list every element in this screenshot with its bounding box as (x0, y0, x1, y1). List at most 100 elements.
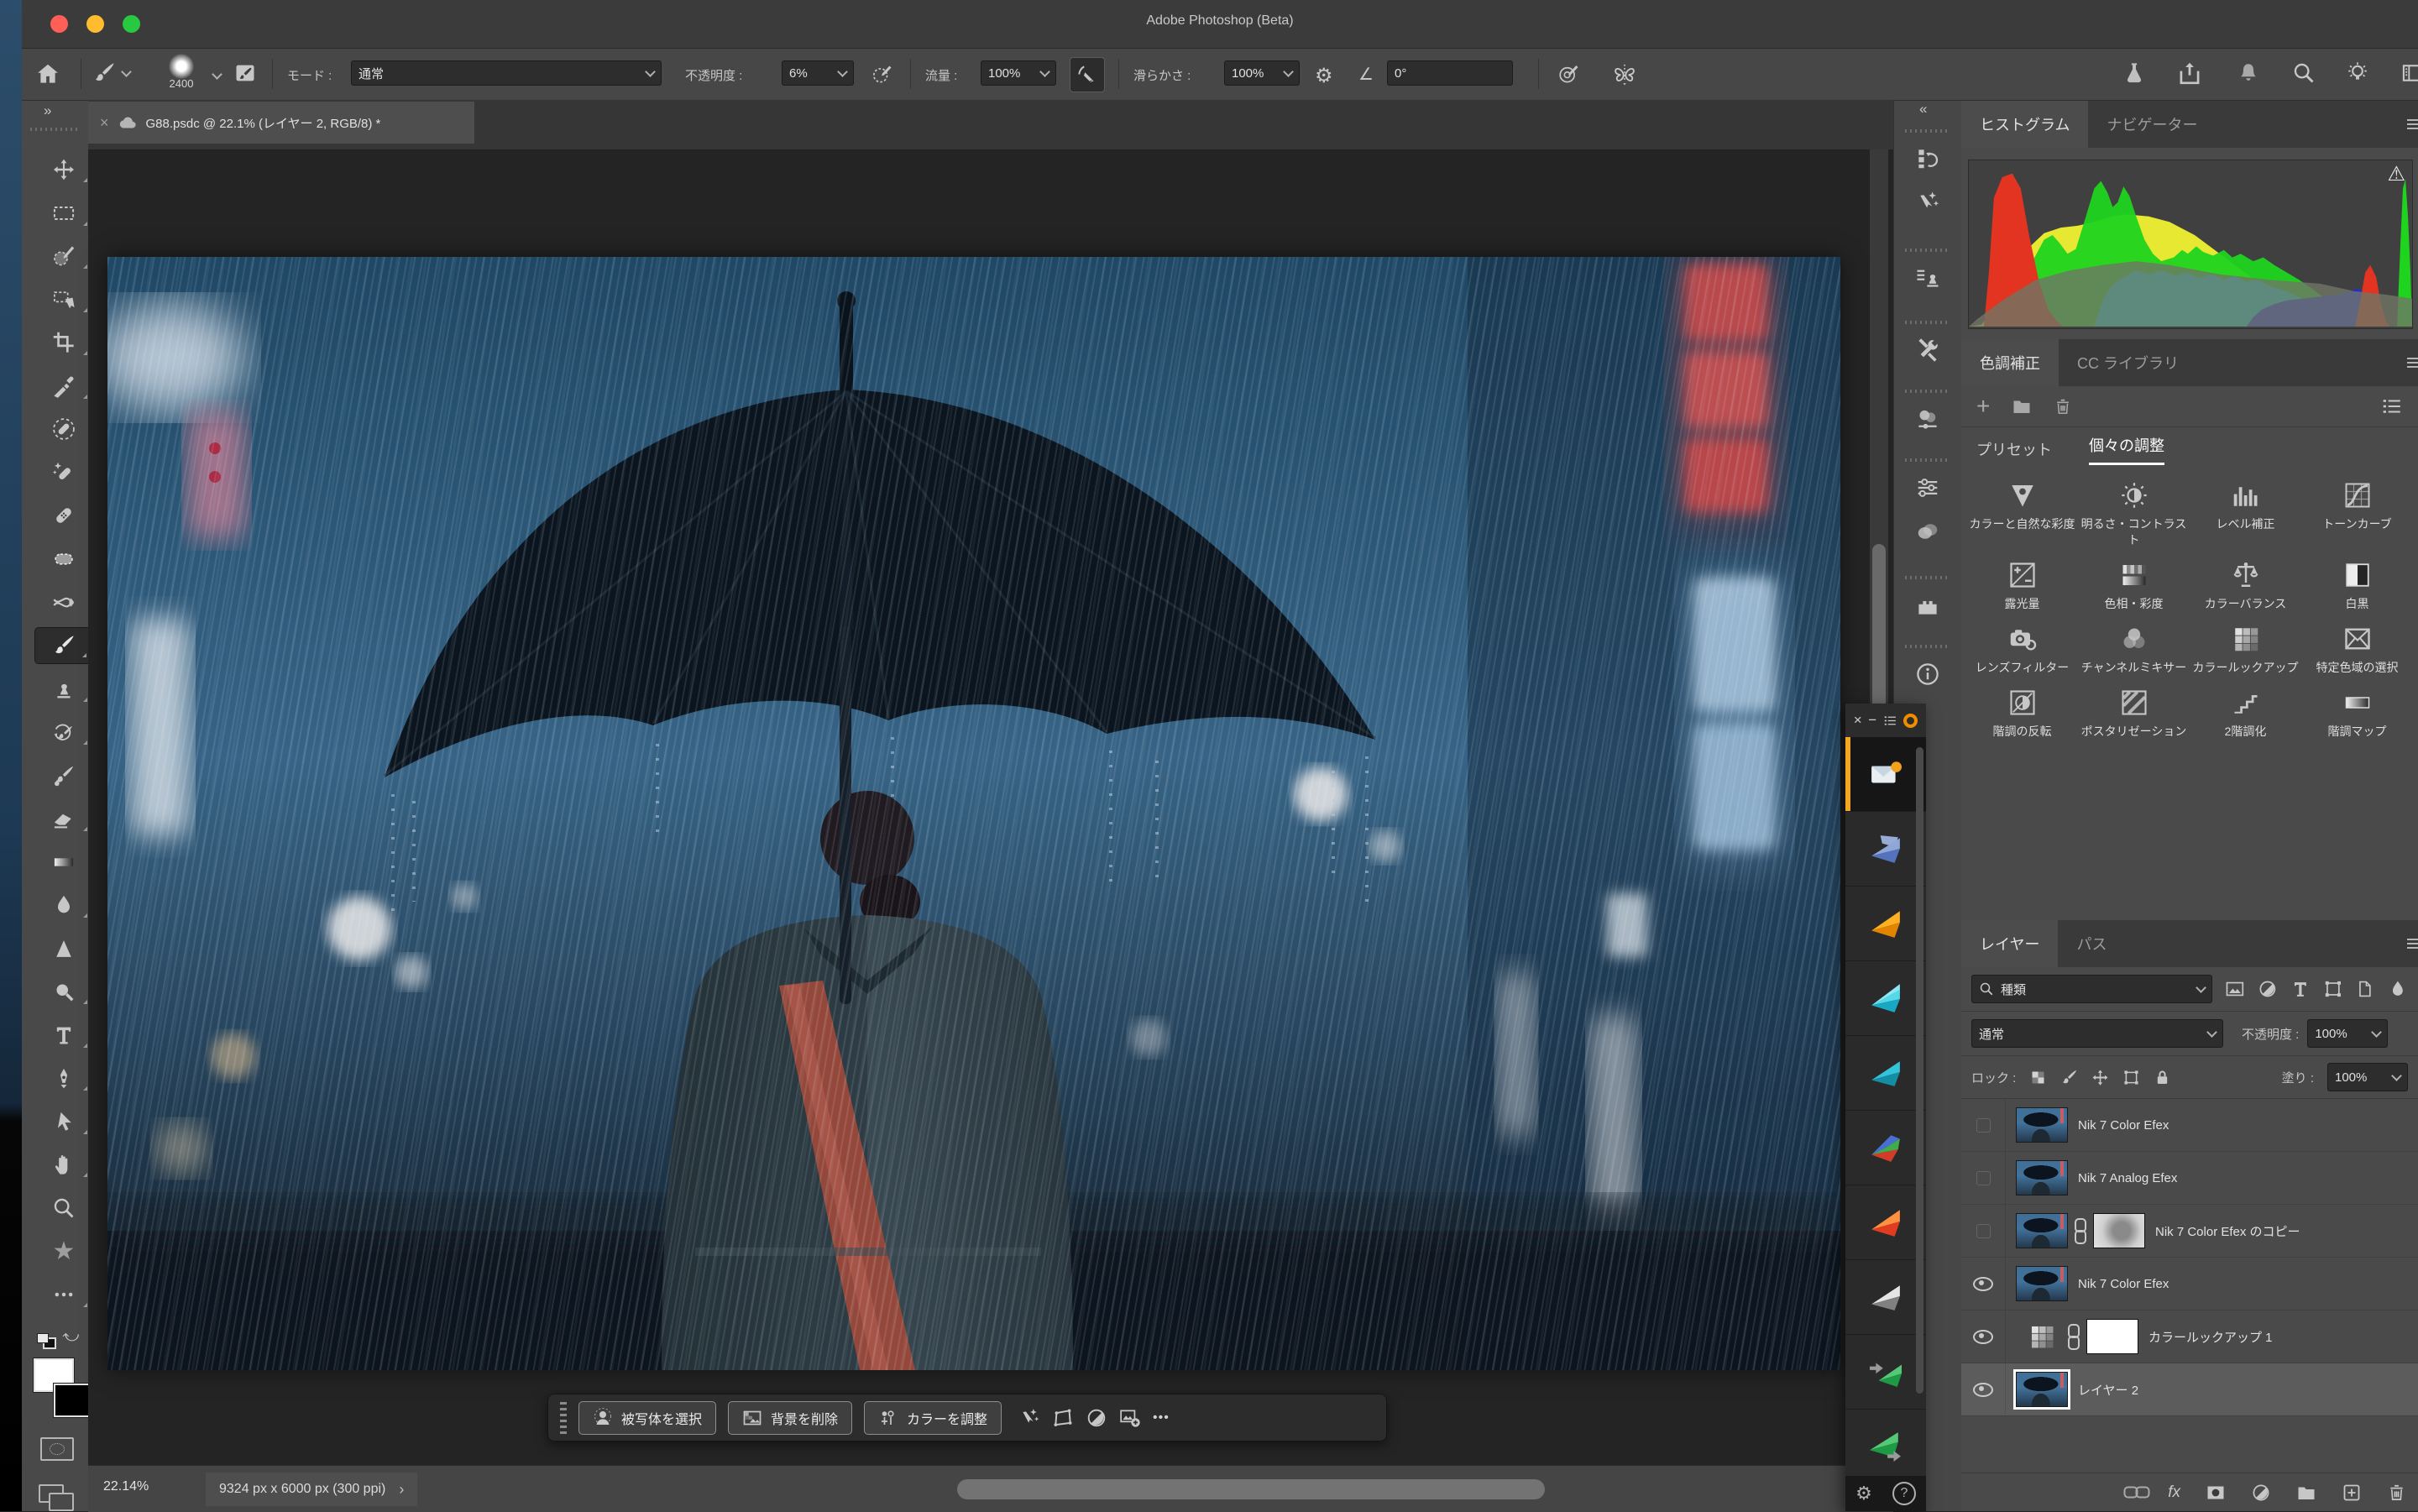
tab-paths[interactable]: パス (2058, 920, 2125, 967)
filter-artboard-icon[interactable] (2388, 979, 2408, 999)
layer-thumbnail[interactable] (2016, 1372, 2068, 1407)
visibility-toggle[interactable] (1961, 1205, 2006, 1257)
nik-layout-icon[interactable] (1883, 714, 1897, 728)
lock-artboard-icon[interactable] (2122, 1069, 2140, 1086)
visibility-toggle[interactable] (1961, 1099, 2006, 1151)
layer-fill-field[interactable]: 100% (2327, 1063, 2408, 1091)
workspace-switcher-button[interactable] (2401, 61, 2418, 85)
layer-name[interactable]: Nik 7 Analog Efex (2078, 1171, 2177, 1185)
adj-channel-mixer[interactable]: チャンネルミキサー (2078, 624, 2190, 676)
filter-adjustment-layers-icon[interactable] (2258, 979, 2278, 999)
layer-row[interactable]: Nik 7 Color Efex (1961, 1258, 2418, 1311)
dock-grip[interactable] (1905, 321, 1950, 324)
transform-button[interactable] (1052, 1407, 1074, 1429)
contextual-task-bar[interactable]: 被写体を選択 背景を削除 カラーを調整 ••• (547, 1394, 1387, 1441)
layer-style-fx-button[interactable]: fx (2168, 1483, 2180, 1502)
nik-item-analog-efex[interactable] (1845, 887, 1926, 961)
tool-mixer-brush[interactable] (34, 757, 93, 794)
new-adjustment-layer-button[interactable] (2251, 1483, 2271, 1503)
panel-menu-icon[interactable] (2405, 114, 2418, 134)
nik-item-dfine[interactable] (1845, 812, 1926, 887)
notifications-bell-button[interactable] (2237, 61, 2260, 85)
adj-gradient-map[interactable]: 階調マップ (2301, 688, 2413, 740)
adj-curves[interactable]: トーンカーブ (2301, 480, 2413, 548)
symmetry-button[interactable] (1613, 62, 1636, 86)
tools-customization-panel-icon[interactable] (1915, 337, 1940, 363)
tab-adjustments[interactable]: 色調補正 (1961, 339, 2059, 386)
adj-selective-color[interactable]: 特定色域の選択 (2301, 624, 2413, 676)
layer-filter-dropdown[interactable]: 種類 (1971, 975, 2212, 1003)
discover-bulb-button[interactable] (2346, 61, 2369, 85)
tool-shape-star[interactable]: ★ (34, 1232, 93, 1269)
list-view-button[interactable] (2381, 395, 2403, 417)
select-subject-button[interactable]: 被写体を選択 (578, 1401, 716, 1435)
adj-posterize[interactable]: ポスタリゼーション (2078, 688, 2190, 740)
nik-item-hdr-efex[interactable] (1845, 1111, 1926, 1185)
nik-item-define[interactable] (1845, 1036, 1926, 1111)
lut-adjustment-icon[interactable] (2028, 1322, 2056, 1351)
tab-layers[interactable]: レイヤー (1961, 920, 2058, 967)
adj-brightness-contrast[interactable]: 明るさ・コントラスト (2078, 480, 2190, 548)
tool-preset-picker[interactable] (92, 61, 130, 85)
adj-invert[interactable]: 階調の反転 (1966, 688, 2078, 740)
tool-zoom[interactable] (34, 1190, 93, 1227)
lock-position-icon[interactable] (2091, 1069, 2109, 1086)
adj-vibrance[interactable]: カラーと自然な彩度 (1966, 480, 2078, 548)
adj-color-balance[interactable]: カラーバランス (2190, 560, 2301, 612)
airbrush-button[interactable] (1070, 57, 1105, 92)
adjust-colors-button[interactable]: カラーを調整 (864, 1401, 1002, 1435)
nik-item-color-efex[interactable] (1845, 961, 1926, 1036)
smoothing-field[interactable]: 100% (1224, 60, 1300, 86)
dock-grip[interactable] (1905, 645, 1950, 648)
subtab-individual[interactable]: 個々の調整 (2089, 434, 2164, 465)
mask-link-icon[interactable] (2075, 1218, 2086, 1244)
document-info[interactable]: 9324 px x 6000 px (300 ppi) › (206, 1473, 417, 1506)
mask-link-icon[interactable] (2068, 1324, 2080, 1350)
adj-hue-saturation[interactable]: 色相・彩度 (2078, 560, 2190, 612)
tool-object-selection[interactable] (34, 281, 93, 318)
add-layer-mask-button[interactable] (2206, 1483, 2226, 1503)
filter-pixel-layers-icon[interactable] (2225, 979, 2245, 999)
new-group-folder-button[interactable] (2012, 396, 2032, 416)
nik-close-icon[interactable]: × (1854, 712, 1862, 729)
layer-name[interactable]: Nik 7 Color Efex のコピー (2155, 1222, 2300, 1240)
quick-mask-button[interactable] (40, 1437, 74, 1461)
horizontal-scrollbar-thumb[interactable] (957, 1479, 1545, 1499)
screen-mode-button[interactable] (39, 1484, 72, 1511)
actions-panel-icon[interactable] (1915, 190, 1940, 215)
toggle-brush-settings-button[interactable] (233, 61, 257, 85)
opacity-pressure-button[interactable] (871, 62, 894, 85)
tool-remove[interactable] (34, 411, 93, 447)
blend-mode-dropdown[interactable]: 通常 (1971, 1019, 2223, 1048)
tool-type[interactable] (34, 1017, 93, 1054)
share-button[interactable] (2178, 61, 2201, 85)
search-button[interactable] (2292, 61, 2316, 85)
tool-selection-brush[interactable] (34, 238, 93, 275)
lock-transparency-icon[interactable] (2029, 1069, 2047, 1086)
filter-smart-object-icon[interactable] (2355, 979, 2375, 999)
tool-history-brush[interactable] (34, 714, 93, 751)
flow-field[interactable]: 100% (981, 60, 1056, 86)
delete-layer-button[interactable] (2387, 1483, 2406, 1502)
tool-rect-marquee[interactable] (34, 195, 93, 232)
close-tab-icon[interactable]: × (100, 114, 109, 132)
nik-item-messages[interactable] (1845, 737, 1926, 812)
layer-mask-thumbnail[interactable] (2086, 1319, 2138, 1354)
size-pressure-button[interactable] (1558, 62, 1581, 85)
tool-move[interactable] (34, 151, 93, 188)
plugins-panel-icon[interactable] (1915, 593, 1940, 618)
tool-eraser[interactable] (34, 800, 93, 837)
tool-path-select[interactable] (34, 1103, 93, 1140)
panel-menu-icon[interactable] (2405, 934, 2418, 954)
adj-photo-filter[interactable]: レンズフィルター (1966, 624, 2078, 676)
add-adjustment-button[interactable]: + (1976, 398, 1990, 415)
layer-opacity-field[interactable]: 100% (2307, 1019, 2388, 1048)
layer-row[interactable]: カラールックアップ 1 (1961, 1311, 2418, 1363)
link-layers-button[interactable] (2124, 1487, 2150, 1499)
nik-item-sharpener-raw[interactable] (1845, 1335, 1926, 1410)
tab-cc-libraries[interactable]: CC ライブラリ (2059, 339, 2197, 386)
layer-row[interactable]: Nik 7 Analog Efex (1961, 1152, 2418, 1205)
nik-item-sharpener-output[interactable] (1845, 1410, 1926, 1483)
nik-item-viveza[interactable] (1845, 1185, 1926, 1260)
status-chevron-icon[interactable]: › (399, 1481, 404, 1499)
